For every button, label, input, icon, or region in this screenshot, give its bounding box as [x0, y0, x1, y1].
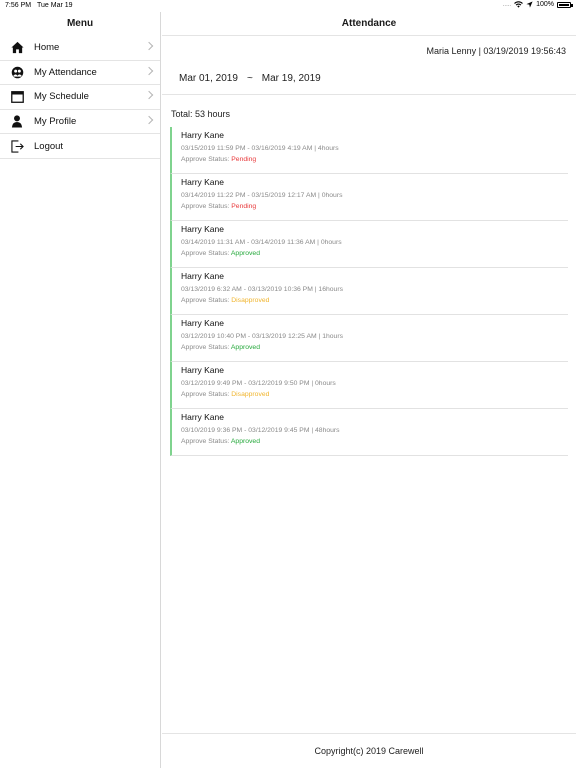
chevron-right-icon — [144, 90, 154, 100]
attendance-list: Harry Kane 03/15/2019 11:59 PM - 03/16/2… — [170, 127, 568, 456]
status-bar: 7:56 PM Tue Mar 19 ..... 100% — [0, 0, 576, 12]
logout-icon — [10, 139, 24, 153]
user-timestamp: Maria Lenny | 03/19/2019 19:56:43 — [426, 46, 566, 56]
date-range-picker: Mar 01, 2019 ~ Mar 19, 2019 — [179, 73, 321, 84]
footer-copyright: Copyright(c) 2019 Carewell — [162, 733, 576, 768]
battery-percent: 100% — [536, 1, 554, 8]
record-name: Harry Kane — [181, 130, 224, 140]
record-times: 03/10/2019 9:36 PM - 03/12/2019 9:45 PM … — [181, 427, 340, 434]
status-label: Approve Status: — [181, 203, 230, 210]
status-badge: Pending — [231, 156, 257, 163]
status-label: Approve Status: — [181, 297, 230, 304]
record-status: Approve Status: Disapproved — [181, 391, 269, 398]
home-icon — [10, 41, 24, 55]
record-times: 03/15/2019 11:59 PM - 03/16/2019 4:19 AM… — [181, 145, 339, 152]
record-times: 03/14/2019 11:31 AM - 03/14/2019 11:36 A… — [181, 239, 342, 246]
list-item[interactable]: Harry Kane 03/12/2019 9:49 PM - 03/12/20… — [170, 362, 568, 409]
attendance-panel: Attendance Maria Lenny | 03/19/2019 19:5… — [162, 12, 576, 768]
sidebar-item-label: Logout — [34, 140, 64, 152]
record-status: Approve Status: Pending — [181, 203, 256, 210]
chevron-right-icon — [144, 66, 154, 75]
record-status: Approve Status: Pending — [181, 156, 256, 163]
record-times: 03/12/2019 9:49 PM - 03/12/2019 9:50 PM … — [181, 380, 336, 387]
divider — [162, 94, 576, 95]
start-date[interactable]: Mar 01, 2019 — [179, 73, 238, 84]
wifi-icon — [514, 1, 523, 8]
page-title: Attendance — [162, 12, 576, 36]
battery-icon — [557, 1, 573, 8]
status-badge: Pending — [231, 203, 257, 210]
signal-icon: ..... — [502, 1, 512, 8]
sidebar-title: Menu — [66, 18, 94, 29]
sidebar-item-logout[interactable]: Logout — [0, 134, 160, 159]
person-icon — [10, 115, 24, 129]
record-name: Harry Kane — [181, 224, 224, 234]
status-label: Approve Status: — [181, 391, 230, 398]
list-item[interactable]: Harry Kane 03/14/2019 11:31 AM - 03/14/2… — [170, 221, 568, 268]
sidebar-item-label: My Profile — [34, 116, 77, 128]
record-name: Harry Kane — [181, 412, 224, 422]
status-time: 7:56 PM — [5, 2, 32, 9]
status-label: Approve Status: — [181, 156, 230, 163]
record-status: Approve Status: Disapproved — [181, 297, 269, 304]
record-times: 03/14/2019 11:22 PM - 03/15/2019 12:17 A… — [181, 192, 343, 199]
status-label: Approve Status: — [181, 438, 230, 445]
sidebar-item-my-profile[interactable]: My Profile — [0, 110, 160, 135]
sidebar-item-my-attendance[interactable]: My Attendance — [0, 61, 160, 86]
status-date: Tue Mar 19 — [37, 2, 73, 9]
total-hours: Total: 53 hours — [171, 109, 231, 119]
chevron-right-icon — [144, 115, 154, 125]
date-range-separator: ~ — [246, 73, 253, 84]
record-status: Approve Status: Approved — [181, 438, 260, 445]
list-item[interactable]: Harry Kane 03/10/2019 9:36 PM - 03/12/20… — [170, 409, 568, 456]
record-name: Harry Kane — [181, 177, 224, 187]
chevron-right-icon — [144, 41, 154, 51]
end-date[interactable]: Mar 19, 2019 — [262, 73, 321, 84]
sidebar-item-home[interactable]: Home — [0, 36, 160, 61]
sidebar-item-my-schedule[interactable]: My Schedule — [0, 85, 160, 110]
status-label: Approve Status: — [181, 250, 230, 257]
status-label: Approve Status: — [181, 344, 230, 351]
status-badge: Approved — [230, 344, 260, 351]
attendance-icon — [10, 65, 24, 79]
list-item[interactable]: Harry Kane 03/15/2019 11:59 PM - 03/16/2… — [170, 127, 568, 174]
record-status: Approve Status: Approved — [181, 250, 260, 257]
record-status: Approve Status: Approved — [181, 344, 260, 351]
record-times: 03/13/2019 6:32 AM - 03/13/2019 10:36 PM… — [181, 286, 343, 293]
record-name: Harry Kane — [181, 271, 224, 281]
record-name: Harry Kane — [181, 365, 224, 375]
location-arrow-icon — [526, 1, 533, 8]
status-badge: Disapproved — [231, 391, 270, 398]
status-badge: Disapproved — [231, 297, 270, 304]
status-badge: Approved — [230, 250, 260, 257]
list-item[interactable]: Harry Kane 03/13/2019 6:32 AM - 03/13/20… — [170, 268, 568, 315]
status-indicators: ..... 100% — [502, 1, 573, 8]
list-item[interactable]: Harry Kane 03/14/2019 11:22 PM - 03/15/2… — [170, 174, 568, 221]
sidebar-item-label: My Schedule — [34, 91, 89, 103]
sidebar-item-label: Home — [34, 42, 60, 54]
calendar-icon — [10, 90, 24, 104]
record-name: Harry Kane — [181, 318, 224, 328]
status-badge: Approved — [230, 438, 260, 445]
list-item[interactable]: Harry Kane 03/12/2019 10:40 PM - 03/13/2… — [170, 315, 568, 362]
record-times: 03/12/2019 10:40 PM - 03/13/2019 12:25 A… — [181, 333, 343, 340]
sidebar-menu: Menu Home My Attendance My Schedule My P… — [0, 12, 161, 768]
sidebar-item-label: My Attendance — [34, 66, 97, 78]
